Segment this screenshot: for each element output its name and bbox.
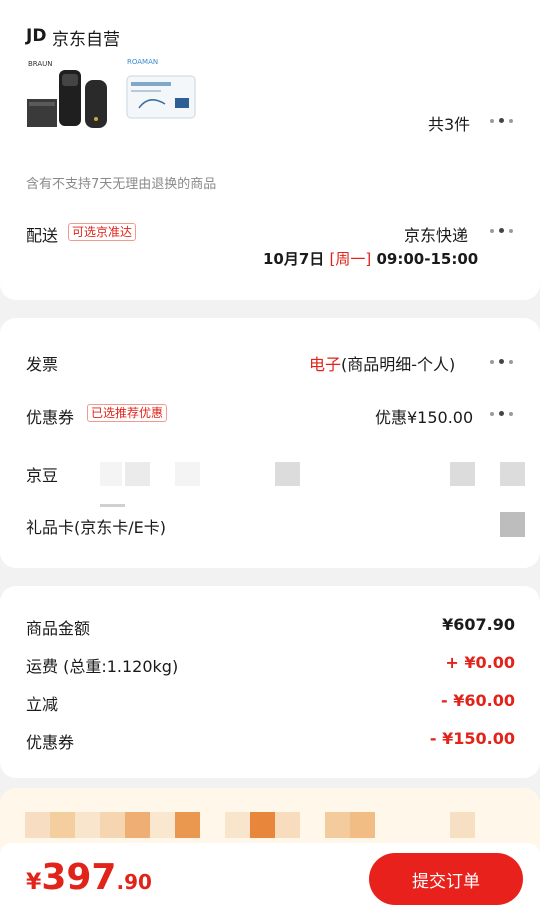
jzd-tag[interactable]: 可选京准达	[68, 223, 137, 241]
blurred-region	[325, 812, 350, 838]
delivery-label: 配送	[26, 226, 59, 245]
blurred-region	[275, 812, 300, 838]
blurred-region	[350, 812, 375, 838]
return-notice: 含有不支持7天无理由退换的商品	[26, 177, 217, 192]
store-name: 京东自营	[52, 30, 120, 50]
blurred-region	[100, 812, 125, 838]
blurred-region	[450, 812, 475, 838]
giftcard-label: 礼品卡(京东卡/E卡)	[26, 518, 166, 537]
product-thumb-shaver[interactable]: BRAUN	[25, 60, 117, 134]
coupon-label: 优惠券	[26, 408, 75, 427]
summary-label: 商品金额	[26, 619, 91, 638]
invoice-value[interactable]: 电子(商品明细-个人)	[309, 351, 455, 375]
total-price: ¥397.90	[26, 857, 152, 898]
invoice-label: 发票	[26, 355, 59, 374]
coupon-tag: 已选推荐优惠	[87, 404, 168, 422]
delivery-carrier[interactable]: 京东快递	[404, 222, 468, 246]
blurred-region	[225, 812, 250, 838]
more-dots-icon[interactable]	[490, 228, 513, 233]
thumb2-brand: ROAMAN	[127, 58, 159, 66]
jingdou-toggle[interactable]	[500, 462, 525, 486]
summary-value: - ¥60.00	[441, 691, 515, 710]
blurred-region	[275, 462, 300, 486]
summary-value: ¥607.90	[442, 615, 515, 634]
summary-card: 商品金额 ¥607.90 运费 (总重:1.120kg) + ¥0.00 立减 …	[0, 586, 540, 778]
blurred-region	[250, 812, 275, 838]
summary-label: 运费 (总重:1.120kg)	[26, 657, 179, 676]
delivery-hours: 09:00-15:00	[376, 250, 479, 268]
jd-logo: JD	[26, 26, 47, 46]
checkout-bar: ¥397.90 提交订单	[0, 843, 540, 913]
blurred-region	[75, 812, 100, 838]
blurred-region	[125, 462, 150, 486]
item-count[interactable]: 共3件	[428, 111, 470, 135]
delivery-time[interactable]: 10月7日 [周一] 09:00-15:00	[263, 248, 478, 269]
thumb1-brand: BRAUN	[28, 60, 53, 68]
delivery-weekday: [周一]	[329, 250, 372, 268]
product-thumb-box[interactable]: ROAMAN	[125, 58, 197, 134]
delivery-date: 10月7日	[263, 250, 325, 268]
options-card: 发票 电子(商品明细-个人) 优惠券 已选推荐优惠 优惠¥150.00 京豆 礼…	[0, 318, 540, 568]
blurred-region	[175, 462, 200, 486]
blurred-region	[150, 812, 175, 838]
total-decimal: .90	[116, 870, 152, 894]
total-currency: ¥	[26, 870, 42, 895]
blurred-region	[100, 462, 122, 486]
giftcard-toggle[interactable]	[500, 512, 525, 537]
blurred-region	[125, 812, 150, 838]
summary-label: 立减	[26, 695, 59, 714]
more-dots-icon[interactable]	[490, 359, 513, 364]
invoice-type: 电子	[309, 355, 342, 374]
blurred-region	[175, 812, 200, 838]
summary-label: 优惠券	[26, 733, 75, 752]
blurred-region	[100, 504, 125, 507]
jingdou-label: 京豆	[26, 466, 59, 485]
blurred-region	[450, 462, 475, 486]
submit-order-button[interactable]: 提交订单	[369, 853, 523, 905]
summary-value: - ¥150.00	[429, 729, 515, 748]
store-card: JD 京东自营 BRAUN ROAMAN 共3件 含有不支持7天无理由退换的商品…	[0, 0, 540, 300]
more-dots-icon[interactable]	[490, 411, 513, 416]
summary-value: + ¥0.00	[445, 653, 515, 672]
blurred-region	[25, 812, 50, 838]
more-dots-icon[interactable]	[490, 118, 513, 123]
coupon-value[interactable]: 优惠¥150.00	[375, 404, 473, 428]
total-integer: 397	[41, 857, 117, 898]
invoice-detail: (商品明细-个人)	[341, 355, 456, 374]
blurred-region	[50, 812, 75, 838]
